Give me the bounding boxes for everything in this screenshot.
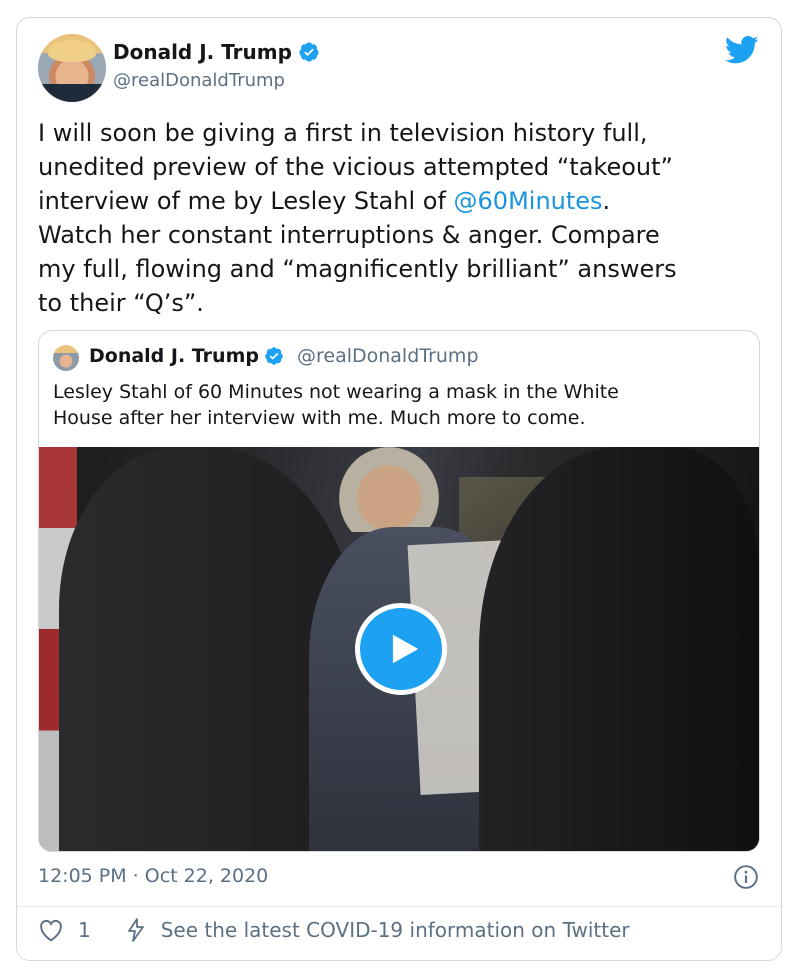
video-player[interactable] [39,447,759,851]
mention-link[interactable]: @60Minutes [454,187,603,215]
avatar-hair [48,40,96,62]
author-name[interactable]: Donald J. Trump [113,40,292,64]
verified-badge-icon [265,347,283,365]
video-woman-head [339,447,439,532]
covid-info-link[interactable]: See the latest COVID-19 information on T… [161,918,630,942]
play-button[interactable] [355,603,447,695]
info-icon[interactable] [733,864,759,890]
quoted-author-row: Donald J. Trump @realDonaldTrump [89,345,479,367]
quoted-author-name[interactable]: Donald J. Trump [89,345,259,367]
play-icon [392,634,419,664]
author-avatar[interactable] [38,34,106,102]
footer-divider [17,906,781,907]
quoted-tweet[interactable]: Donald J. Trump @realDonaldTrump Lesley … [38,330,760,852]
tweet-card: Donald J. Trump @realDonaldTrump I will … [16,17,782,961]
quoted-author-handle[interactable]: @realDonaldTrump [297,345,479,367]
like-count: 1 [78,918,91,942]
author-name-row: Donald J. Trump [113,40,320,64]
avatar-suit [38,84,106,102]
quoted-tweet-text: Lesley Stahl of 60 Minutes not wearing a… [53,381,619,429]
tweet-footer: 1 See the latest COVID-19 information on… [38,918,630,942]
author-handle[interactable]: @realDonaldTrump [113,70,285,91]
bolt-icon [127,918,144,942]
tweet-timestamp[interactable]: 12:05 PM · Oct 22, 2020 [38,865,268,887]
tweet-text: I will soon be giving a first in televis… [38,116,768,320]
twitter-bird-icon[interactable] [725,35,759,65]
quoted-author-avatar[interactable] [53,345,79,371]
heart-icon[interactable] [38,918,64,942]
verified-badge-icon [299,42,319,62]
video-person-right [479,447,759,851]
